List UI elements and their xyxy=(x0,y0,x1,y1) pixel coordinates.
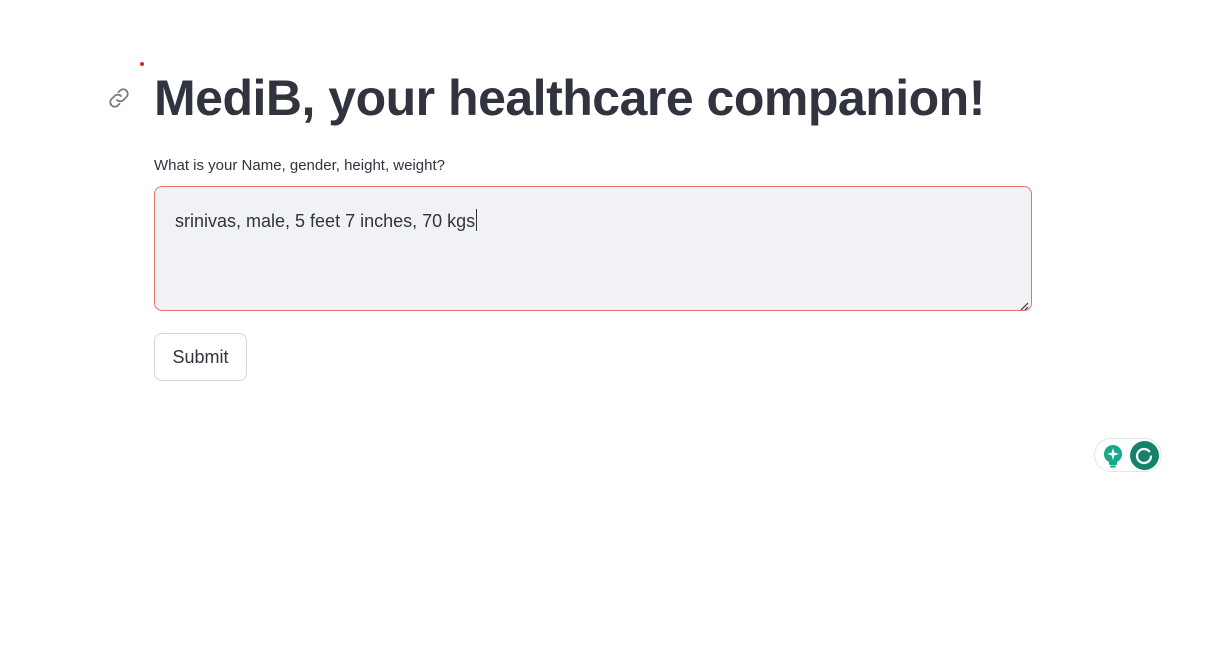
submit-button[interactable]: Submit xyxy=(154,333,247,381)
lightbulb-sparkle-icon[interactable] xyxy=(1102,444,1124,468)
status-dot xyxy=(140,62,144,66)
writing-assistant-widget xyxy=(1094,438,1162,472)
grammarly-icon[interactable] xyxy=(1130,441,1159,470)
link-icon[interactable] xyxy=(107,86,131,110)
app-page: MediB, your healthcare companion! What i… xyxy=(0,0,1228,671)
text-caret xyxy=(476,209,478,231)
text-area-value: srinivas, male, 5 feet 7 inches, 70 kgs xyxy=(175,211,476,231)
resize-handle[interactable] xyxy=(1019,298,1029,311)
input-label: What is your Name, gender, height, weigh… xyxy=(154,157,445,174)
page-title: MediB, your healthcare companion! xyxy=(154,70,985,126)
text-area[interactable]: srinivas, male, 5 feet 7 inches, 70 kgs xyxy=(154,186,1162,472)
